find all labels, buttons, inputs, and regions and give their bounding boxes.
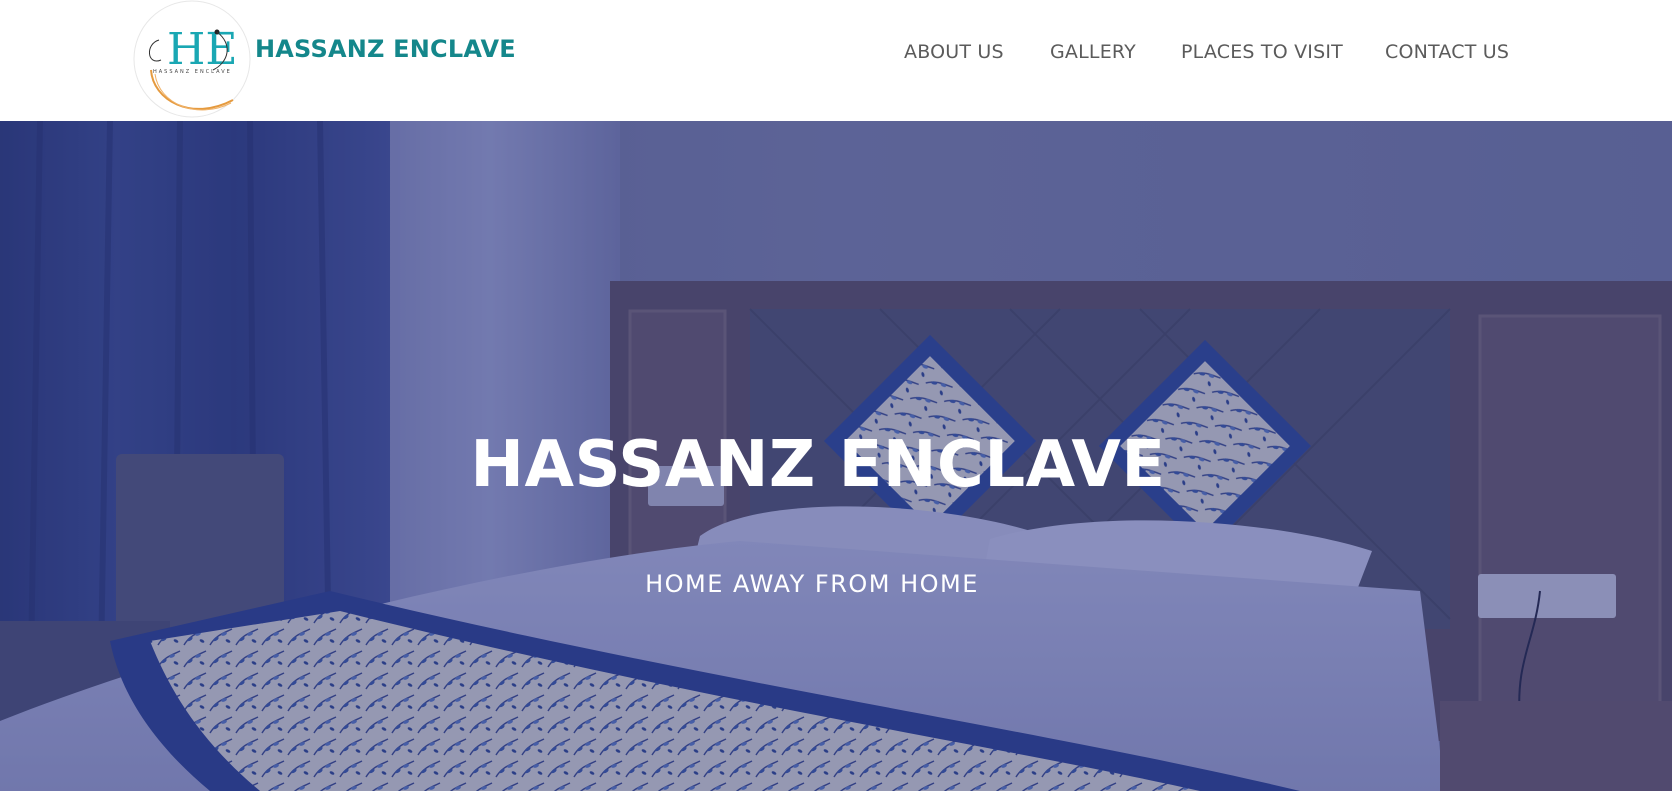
nav-contact-us[interactable]: CONTACT US xyxy=(1385,41,1509,63)
nav-places-to-visit[interactable]: PLACES TO VISIT xyxy=(1181,41,1343,63)
hero-title: HASSANZ ENCLAVE xyxy=(0,433,1672,497)
hero-banner: HASSANZ ENCLAVE HOME AWAY FROM HOME xyxy=(0,121,1672,791)
nav-gallery[interactable]: GALLERY xyxy=(1050,41,1136,63)
nav-about-us[interactable]: ABOUT US xyxy=(904,41,1004,63)
site-header: HE HASSANZ ENCLAVE HASSANZ ENCLAVE ABOUT… xyxy=(0,0,1672,121)
hero-title-text: HASSANZ ENCLAVE xyxy=(470,428,1166,502)
hero-subtitle: HOME AWAY FROM HOME xyxy=(0,572,1672,596)
main-nav: ABOUT US GALLERY PLACES TO VISIT CONTACT… xyxy=(0,41,1672,71)
hero-subtitle-text: HOME AWAY FROM HOME xyxy=(645,570,979,598)
